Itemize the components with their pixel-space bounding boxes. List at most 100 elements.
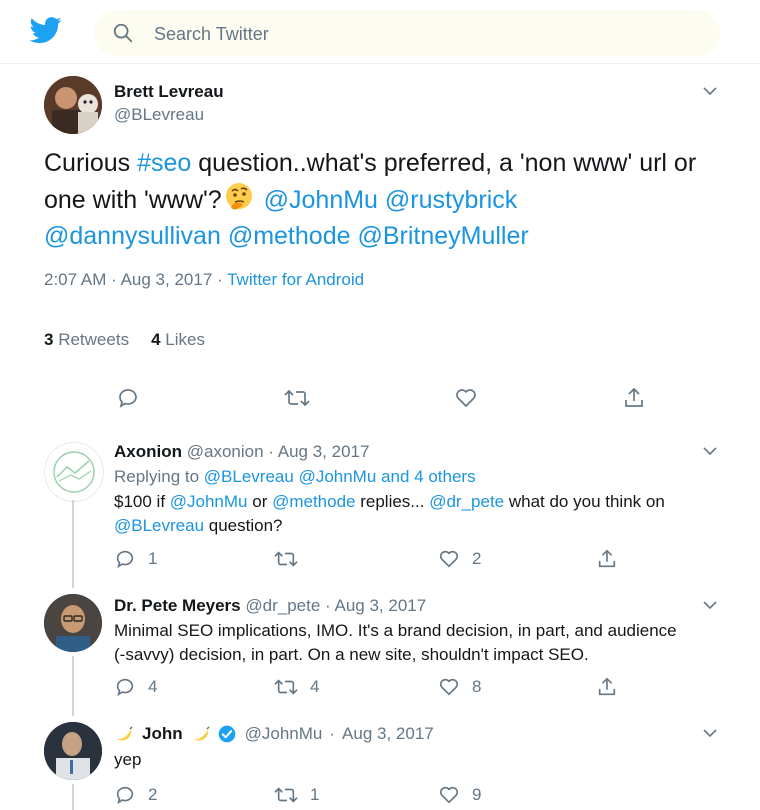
tweet-date[interactable]: Aug 3, 2017 (121, 270, 213, 289)
author-handle[interactable]: @JohnMu (245, 724, 323, 744)
retweet-icon (274, 787, 298, 803)
retweet-count: 1 (310, 785, 320, 804)
avatar-image (44, 76, 102, 134)
avatar-image (44, 722, 102, 780)
author-handle[interactable]: @BLevreau (114, 105, 204, 125)
reply-header: Axonion @axonion · Aug 3, 2017 (114, 442, 369, 462)
thread-line (72, 784, 74, 810)
separator-dot: · (111, 270, 117, 289)
search-icon (113, 23, 133, 43)
tweet-date[interactable]: Aug 3, 2017 (342, 724, 434, 744)
tweet-stats: 3 Retweets 4 Likes (44, 330, 205, 350)
reply-count: 1 (148, 549, 158, 568)
likes-stat[interactable]: 4 Likes (151, 330, 205, 349)
avatar-image (44, 594, 102, 652)
tweet-source[interactable]: Twitter for Android (227, 270, 364, 289)
reply-header: Dr. Pete Meyers @dr_pete · Aug 3, 2017 (114, 596, 426, 616)
reply-text: (-savvy) decision, in part. On a new sit… (114, 645, 589, 664)
avatar[interactable] (44, 722, 102, 780)
tweet-text-part: Curious (44, 149, 138, 177)
like-button[interactable]: 8 (438, 676, 481, 698)
author-name[interactable]: Brett Levreau (114, 82, 224, 102)
mention-link[interactable]: @methode (272, 492, 355, 511)
reply-text-part: or (247, 492, 273, 511)
mention-link[interactable]: @dr_pete (429, 492, 504, 511)
chevron-down-icon[interactable] (703, 86, 717, 96)
mention-link[interactable]: @methode (228, 222, 351, 250)
retweet-count: 4 (310, 677, 320, 696)
author-name[interactable]: Axonion (114, 442, 182, 461)
like-count: 9 (472, 785, 482, 804)
avatar[interactable] (44, 594, 102, 652)
reply-icon (116, 550, 134, 569)
share-button[interactable] (596, 676, 630, 698)
mention-link[interactable]: @JohnMu (170, 492, 248, 511)
retweet-button[interactable] (274, 548, 310, 570)
tweet-meta: 2:07 AM · Aug 3, 2017 · Twitter for Andr… (44, 270, 364, 290)
others-link[interactable]: 4 others (414, 467, 475, 486)
reply-icon (116, 678, 134, 697)
thread-line (72, 656, 74, 716)
retweet-button[interactable]: 4 (274, 676, 319, 698)
reply-text-part: question? (204, 516, 283, 535)
retweets-stat[interactable]: 3 Retweets (44, 330, 129, 349)
retweet-button[interactable]: 1 (274, 784, 319, 806)
chevron-down-icon[interactable] (703, 600, 717, 610)
reply-count: 4 (148, 677, 158, 696)
twitter-bird-icon[interactable] (28, 14, 64, 46)
tweet-date[interactable]: Aug 3, 2017 (278, 442, 370, 461)
retweet-icon (274, 679, 298, 695)
likes-label: Likes (165, 330, 205, 349)
mention-link[interactable]: @BLevreau (114, 516, 204, 535)
avatar[interactable] (44, 76, 102, 134)
retweet-icon (274, 551, 298, 567)
author-handle[interactable]: @axonion (187, 442, 264, 461)
reply-button[interactable]: 1 (114, 548, 157, 570)
tweet-text: Curious #seo question..what's preferred,… (44, 145, 724, 254)
separator-dot: · (325, 596, 331, 615)
mention-link[interactable]: @rustybrick (385, 186, 517, 214)
author-handle[interactable]: @dr_pete (245, 596, 320, 615)
mention-link[interactable]: @dannysullivan (44, 222, 221, 250)
reply-text: Minimal SEO implications, IMO. It's a br… (114, 621, 677, 640)
share-icon[interactable] (622, 386, 646, 410)
like-icon (439, 550, 459, 568)
reply-text: yep (114, 750, 142, 769)
search-box[interactable] (94, 10, 720, 56)
reply-button[interactable]: 4 (114, 676, 157, 698)
share-button[interactable] (596, 548, 630, 570)
separator-dot: · (268, 442, 274, 461)
reply-header: John @JohnMu · Aug 3, 2017 (114, 724, 434, 744)
tweet-actions (0, 386, 760, 414)
mention-link[interactable]: @BritneyMuller (357, 222, 528, 250)
retweet-icon[interactable] (284, 386, 310, 410)
hashtag-link[interactable]: #seo (137, 149, 191, 177)
avatar[interactable] (44, 442, 104, 502)
mention-link[interactable]: @BLevreau (204, 467, 294, 486)
separator-dot: · (217, 270, 223, 289)
mention-link[interactable]: @JohnMu (299, 467, 377, 486)
like-icon[interactable] (454, 386, 478, 410)
tweet-date[interactable]: Aug 3, 2017 (335, 596, 427, 615)
retweets-label: Retweets (58, 330, 130, 349)
like-icon (439, 786, 459, 804)
reply-actions: 4 4 8 (0, 676, 760, 700)
reply-button[interactable]: 2 (114, 784, 157, 806)
reply-text-part: replies... (355, 492, 430, 511)
search-input[interactable] (152, 18, 676, 50)
chevron-down-icon[interactable] (703, 728, 717, 738)
reply-text-part: what do you think on (504, 492, 665, 511)
like-button[interactable]: 9 (438, 784, 481, 806)
replying-and: and (381, 467, 410, 486)
like-button[interactable]: 2 (438, 548, 481, 570)
reply-icon[interactable] (116, 386, 140, 410)
tweet-time[interactable]: 2:07 AM (44, 270, 106, 289)
like-count: 2 (472, 549, 482, 568)
verified-badge-icon (218, 725, 235, 743)
chevron-down-icon[interactable] (703, 446, 717, 456)
retweets-count: 3 (44, 330, 54, 349)
author-name[interactable]: John (142, 724, 183, 744)
like-count: 8 (472, 677, 482, 696)
mention-link[interactable]: @JohnMu (264, 186, 378, 214)
author-name[interactable]: Dr. Pete Meyers (114, 596, 241, 615)
